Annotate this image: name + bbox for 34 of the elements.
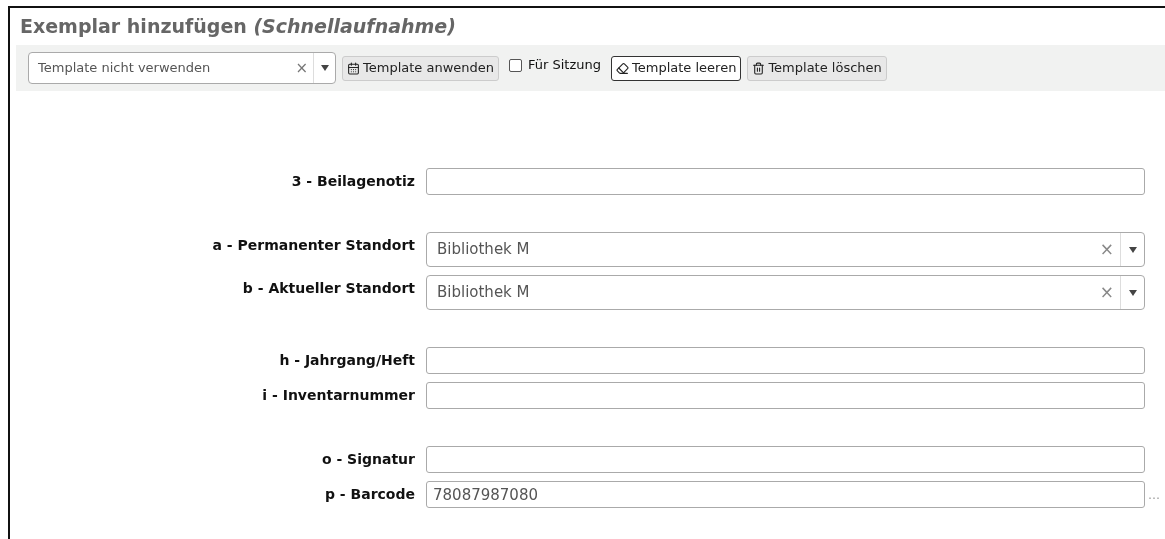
select-value: Bibliothek M <box>436 282 531 304</box>
template-button[interactable]: Template anwenden <box>342 55 499 81</box>
field-label: 3 - Beilagenotiz <box>290 172 416 191</box>
template-select[interactable]: Template nicht verwenden × <box>28 52 336 84</box>
select-value: Bibliothek M <box>436 239 531 261</box>
clear-icon[interactable]: × <box>1093 236 1120 263</box>
caret-icon <box>1128 246 1137 253</box>
select-value: Template nicht verwenden <box>37 59 212 78</box>
caret-icon <box>320 65 329 71</box>
checkbox-label: Für Sitzung <box>528 56 601 75</box>
text-field[interactable] <box>426 168 1145 195</box>
field-label: a - Permanenter Standort <box>211 236 416 255</box>
clear-icon[interactable]: × <box>290 56 313 80</box>
checkbox[interactable] <box>509 58 522 72</box>
field-label: o - Signatur <box>320 450 416 469</box>
overflow-marker: … <box>1148 487 1160 502</box>
text-field[interactable] <box>426 347 1145 374</box>
field-label: h - Jahrgang/Heft <box>278 351 416 370</box>
page-title: Exemplar hinzufügen (Schnellaufnahme) <box>19 14 457 39</box>
template-button[interactable]: Template leeren <box>611 55 742 81</box>
location-select[interactable]: Bibliothek M × <box>426 275 1145 310</box>
field-label: p - Barcode <box>323 485 416 504</box>
field-label: i - Inventarnummer <box>261 386 416 405</box>
text-field[interactable] <box>426 382 1145 409</box>
eraser-icon <box>616 61 629 75</box>
location-select[interactable]: Bibliothek M × <box>426 232 1145 267</box>
text-field[interactable] <box>426 446 1145 473</box>
trash-icon <box>752 61 766 75</box>
field-label: b - Aktueller Standort <box>241 279 416 298</box>
caret-icon <box>1128 289 1137 296</box>
template-button[interactable]: Template löschen <box>747 55 887 81</box>
calendar-icon <box>347 61 360 75</box>
text-field[interactable]: 78087987080 <box>426 481 1145 508</box>
clear-icon[interactable]: × <box>1093 279 1120 306</box>
